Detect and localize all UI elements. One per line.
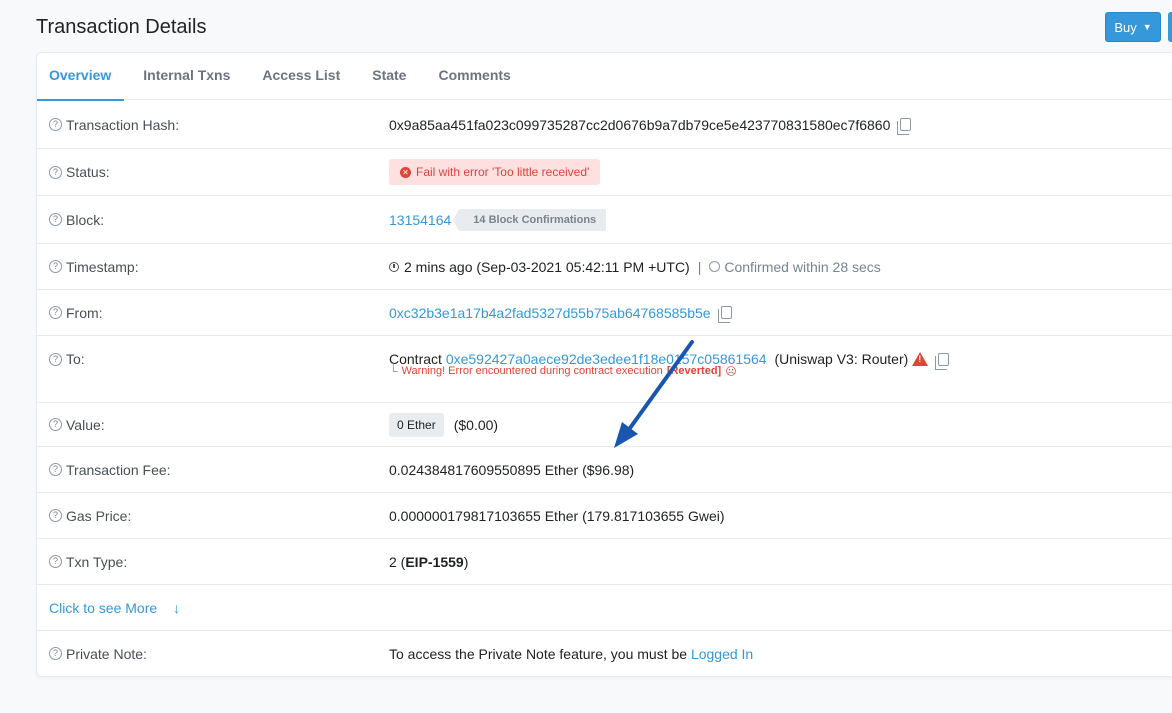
sad-face-icon: ☹: [725, 365, 737, 378]
help-icon[interactable]: ?: [49, 260, 62, 273]
more-button[interactable]: [1168, 12, 1172, 42]
transaction-fee-value: 0.024384817609550895 Ether ($96.98): [389, 461, 635, 478]
row-transaction-fee: ? Transaction Fee: 0.024384817609550895 E…: [37, 447, 1172, 493]
arrow-down-icon[interactable]: ↓: [173, 600, 180, 616]
help-icon[interactable]: ?: [49, 555, 62, 568]
label-transaction-hash: Transaction Hash:: [66, 116, 180, 133]
help-icon[interactable]: ?: [49, 418, 62, 431]
help-icon[interactable]: ?: [49, 463, 62, 476]
tab-access-list[interactable]: Access List: [249, 53, 353, 100]
block-number-link[interactable]: 13154164: [389, 212, 451, 228]
to-contract-name: (Uniswap V3: Router): [774, 351, 909, 367]
row-transaction-hash: ? Transaction Hash: 0x9a85aa451fa023c0997…: [37, 101, 1172, 149]
row-see-more: Click to see More ↓: [37, 585, 1172, 631]
copy-icon[interactable]: [935, 352, 950, 370]
row-status: ? Status: ✕ Fail with error 'Too little r…: [37, 149, 1172, 196]
confirmed-within-text: Confirmed within 28 secs: [724, 258, 881, 275]
logged-in-link[interactable]: Logged In: [691, 646, 753, 662]
txn-type-prefix: 2 (: [389, 553, 406, 570]
label-timestamp: Timestamp:: [66, 258, 139, 275]
buy-label: Buy: [1114, 19, 1137, 35]
warning-line: └ Warning! Error encountered during cont…: [389, 364, 737, 378]
txn-type-suffix: ): [463, 553, 469, 570]
help-icon[interactable]: ?: [49, 306, 62, 319]
page-title: Transaction Details: [36, 16, 207, 38]
txn-type-name: EIP-1559: [405, 553, 464, 570]
help-icon[interactable]: ?: [49, 118, 62, 131]
elbow-icon: └: [389, 364, 398, 378]
label-value: Value:: [66, 416, 105, 433]
clock-icon: [389, 261, 399, 272]
label-to: To:: [66, 351, 85, 367]
label-txn-type: Txn Type:: [66, 553, 128, 570]
help-icon[interactable]: ?: [49, 213, 62, 226]
label-status: Status:: [66, 164, 110, 180]
tab-state[interactable]: State: [359, 53, 419, 100]
chevron-down-icon: ▼: [1142, 22, 1152, 32]
label-from: From:: [66, 304, 103, 321]
status-badge: ✕ Fail with error 'Too little received': [389, 159, 601, 185]
row-block: ? Block: 13154164 14 Block Confirmations: [37, 196, 1172, 244]
label-private-note: Private Note:: [66, 645, 147, 662]
label-block: Block:: [66, 211, 105, 228]
error-circle-icon: ✕: [400, 166, 411, 178]
separator: |: [697, 258, 702, 275]
row-timestamp: ? Timestamp: 2 mins ago (Sep-03-2021 05:4…: [37, 244, 1172, 290]
warning-text: Warning! Error encountered during contra…: [401, 365, 663, 377]
from-address-link[interactable]: 0xc32b3e1a17b4a2fad5327d55b75ab64768585b…: [389, 305, 711, 321]
help-icon[interactable]: ?: [49, 165, 62, 179]
value-usd: ($0.00): [453, 416, 499, 433]
copy-icon[interactable]: [897, 118, 912, 135]
help-icon[interactable]: ?: [49, 647, 62, 660]
tab-overview[interactable]: Overview: [37, 53, 125, 101]
see-more-link[interactable]: Click to see More: [49, 600, 157, 616]
gas-price-value: 0.000000179817103655 Ether (179.81710365…: [389, 507, 725, 524]
row-from: ? From: 0xc32b3e1a17b4a2fad5327d55b75ab64…: [37, 290, 1172, 336]
status-text: Fail with error 'Too little received': [416, 165, 590, 179]
help-icon[interactable]: ?: [49, 509, 62, 522]
timer-icon: [709, 261, 721, 272]
copy-icon[interactable]: [717, 306, 732, 323]
row-private-note: ? Private Note: To access the Private Not…: [37, 631, 1172, 676]
tab-comments[interactable]: Comments: [425, 53, 523, 100]
timestamp-value: 2 mins ago (Sep-03-2021 05:42:11 PM +UTC…: [404, 258, 690, 275]
block-confirmations-badge: 14 Block Confirmations: [453, 208, 607, 231]
help-icon[interactable]: ?: [49, 352, 62, 366]
tab-bar: Overview Internal Txns Access List State…: [37, 53, 1172, 101]
buy-button[interactable]: Buy ▼: [1105, 12, 1161, 42]
label-gas-price: Gas Price:: [66, 507, 132, 524]
row-gas-price: ? Gas Price: 0.000000179817103655 Ether (…: [37, 493, 1172, 539]
tab-internal-txns[interactable]: Internal Txns: [130, 53, 243, 100]
warning-icon: !: [912, 352, 929, 366]
reverted-label: [Reverted]: [666, 365, 722, 377]
row-value: ? Value: 0 Ether ($0.00): [37, 403, 1172, 447]
transaction-hash-value: 0x9a85aa451fa023c099735287cc2d0676b9a7db…: [389, 116, 891, 133]
label-transaction-fee: Transaction Fee:: [66, 461, 171, 478]
row-to: ? To: Contract 0xe592427a0aece92de3edee1f…: [37, 336, 1172, 403]
private-note-text: To access the Private Note feature, you …: [389, 645, 691, 662]
transaction-card: Overview Internal Txns Access List State…: [36, 52, 1172, 677]
value-ether-badge: 0 Ether: [389, 412, 444, 437]
row-txn-type: ? Txn Type: 2 ( EIP-1559 ): [37, 539, 1172, 585]
